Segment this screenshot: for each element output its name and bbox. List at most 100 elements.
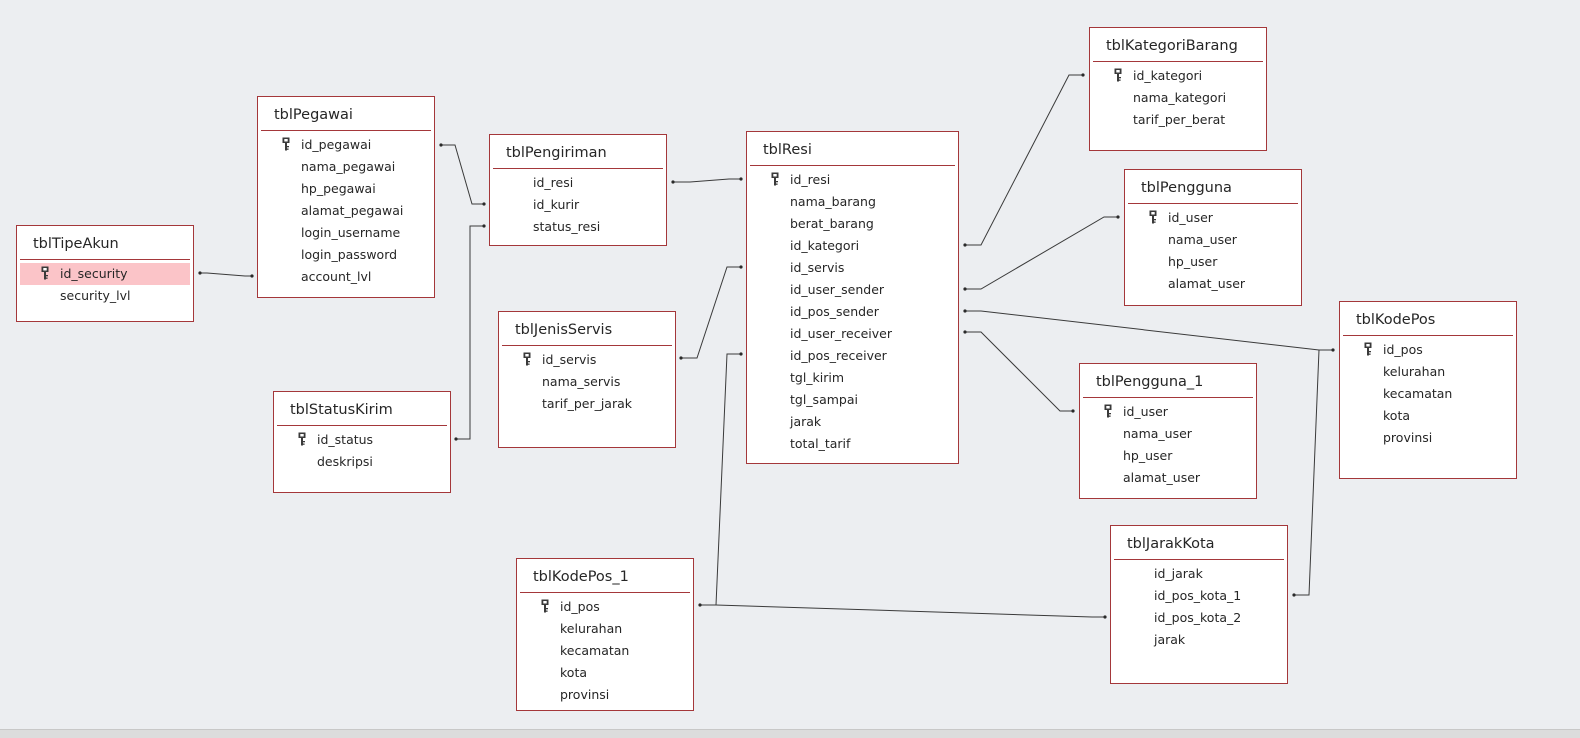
relationship-line-resi-pengguna[interactable]: [965, 216, 1118, 290]
field-row[interactable]: nama_pegawai: [261, 156, 431, 178]
table-title[interactable]: tblPegawai: [258, 97, 434, 130]
table-tblpengguna-1[interactable]: tblPengguna_1 id_user nama_user hp_user ala…: [1079, 363, 1257, 499]
relationship-line-pegawai-pengiriman[interactable]: [441, 144, 484, 205]
field-row[interactable]: id_pegawai: [261, 134, 431, 156]
table-title[interactable]: tblTipeAkun: [17, 226, 193, 259]
field-name: kecamatan: [1383, 386, 1453, 401]
field-name: id_user_receiver: [790, 326, 892, 341]
field-row[interactable]: alamat_pegawai: [261, 200, 431, 222]
field-list: id_kategori nama_kategori tarif_per_berat: [1090, 62, 1266, 131]
relationship-line-kodepos1-jarakkota[interactable]: [700, 604, 1105, 618]
field-row[interactable]: id_jarak: [1114, 563, 1284, 585]
table-title[interactable]: tblPengguna: [1125, 170, 1301, 203]
field-row[interactable]: kelurahan: [1343, 361, 1513, 383]
field-row[interactable]: id_user: [1083, 401, 1253, 423]
field-row[interactable]: kecamatan: [1343, 383, 1513, 405]
relationship-line-jenisservis-resi[interactable]: [681, 266, 741, 359]
field-row[interactable]: berat_barang: [750, 213, 955, 235]
field-row[interactable]: jarak: [750, 411, 955, 433]
field-name: status_resi: [533, 219, 601, 234]
relationship-line-resi-kodepos[interactable]: [965, 310, 1333, 351]
field-row[interactable]: id_pos_kota_2: [1114, 607, 1284, 629]
table-title[interactable]: tblPengguna_1: [1080, 364, 1256, 397]
field-row[interactable]: login_username: [261, 222, 431, 244]
relationship-canvas[interactable]: tblTipeAkun id_security security_lvl tblP…: [0, 0, 1580, 737]
table-title[interactable]: tblResi: [747, 132, 958, 165]
table-tbljarakkota[interactable]: tblJarakKota id_jarak id_pos_kota_1 id_pos…: [1110, 525, 1288, 684]
table-title[interactable]: tblKodePos: [1340, 302, 1516, 335]
table-tblkodepos[interactable]: tblKodePos id_pos kelurahan kecamatan kota p…: [1339, 301, 1517, 479]
field-row[interactable]: alamat_user: [1128, 273, 1298, 295]
field-row[interactable]: id_pos: [520, 596, 690, 618]
field-row[interactable]: provinsi: [520, 684, 690, 706]
field-row[interactable]: hp_user: [1128, 251, 1298, 273]
field-row[interactable]: id_status: [277, 429, 447, 451]
table-tblpengiriman[interactable]: tblPengiriman id_resi id_kurir status_resi: [489, 134, 667, 246]
field-row[interactable]: id_pos_kota_1: [1114, 585, 1284, 607]
field-row[interactable]: id_resi: [493, 172, 663, 194]
field-row[interactable]: nama_barang: [750, 191, 955, 213]
field-row[interactable]: tgl_sampai: [750, 389, 955, 411]
relationship-line-tipeakun-pegawai[interactable]: [200, 272, 252, 277]
field-row[interactable]: login_password: [261, 244, 431, 266]
field-row[interactable]: nama_user: [1083, 423, 1253, 445]
field-row[interactable]: id_user_receiver: [750, 323, 955, 345]
field-row[interactable]: kelurahan: [520, 618, 690, 640]
field-row[interactable]: account_lvl: [261, 266, 431, 288]
field-name: kota: [560, 665, 588, 680]
table-tblkategoribarang[interactable]: tblKategoriBarang id_kategori nama_katego…: [1089, 27, 1267, 151]
field-row[interactable]: security_lvl: [20, 285, 190, 307]
table-tbljenisservis[interactable]: tblJenisServis id_servis nama_servis tarif…: [498, 311, 676, 448]
table-title[interactable]: tblJenisServis: [499, 312, 675, 345]
field-name: hp_user: [1168, 254, 1218, 269]
field-row[interactable]: id_kategori: [750, 235, 955, 257]
table-title[interactable]: tblJarakKota: [1111, 526, 1287, 559]
table-tblpengguna[interactable]: tblPengguna id_user nama_user hp_useralama…: [1124, 169, 1302, 306]
field-row[interactable]: tarif_per_jarak: [502, 393, 672, 415]
table-title[interactable]: tblPengiriman: [490, 135, 666, 168]
field-row[interactable]: id_servis: [750, 257, 955, 279]
relationship-line-kodepos-jarakkota[interactable]: [1294, 349, 1333, 596]
table-title[interactable]: tblKodePos_1: [517, 559, 693, 592]
field-row[interactable]: provinsi: [1343, 427, 1513, 449]
field-row[interactable]: hp_user: [1083, 445, 1253, 467]
table-tbltipeakun[interactable]: tblTipeAkun id_security security_lvl: [16, 225, 194, 322]
relationship-line-resi-kategoribarang[interactable]: [965, 74, 1083, 246]
field-row[interactable]: nama_user: [1128, 229, 1298, 251]
field-row[interactable]: id_kurir: [493, 194, 663, 216]
field-row[interactable]: jarak: [1114, 629, 1284, 651]
relationship-line-statuskirim-pengiriman[interactable]: [456, 225, 484, 440]
relationship-line-resi-pengguna1[interactable]: [965, 331, 1073, 412]
field-row[interactable]: id_user_sender: [750, 279, 955, 301]
field-row[interactable]: id_pos: [1343, 339, 1513, 361]
field-row[interactable]: id_resi: [750, 169, 955, 191]
field-row[interactable]: tgl_kirim: [750, 367, 955, 389]
table-tblkodepos-1[interactable]: tblKodePos_1 id_pos kelurahan kecamatan kot…: [516, 558, 694, 711]
field-row[interactable]: id_kategori: [1093, 65, 1263, 87]
field-row[interactable]: id_servis: [502, 349, 672, 371]
field-row[interactable]: nama_kategori: [1093, 87, 1263, 109]
field-row[interactable]: id_pos_sender: [750, 301, 955, 323]
field-row[interactable]: kota: [1343, 405, 1513, 427]
field-row[interactable]: id_security: [20, 263, 190, 285]
field-row[interactable]: kota: [520, 662, 690, 684]
table-tblresi[interactable]: tblResi id_resi nama_barang berat_barang id…: [746, 131, 959, 464]
field-row[interactable]: total_tarif: [750, 433, 955, 455]
field-row[interactable]: kecamatan: [520, 640, 690, 662]
field-row[interactable]: hp_pegawai: [261, 178, 431, 200]
table-tblstatuskirim[interactable]: tblStatusKirim id_status deskripsi: [273, 391, 451, 493]
field-row[interactable]: nama_servis: [502, 371, 672, 393]
table-title[interactable]: tblStatusKirim: [274, 392, 450, 425]
field-row[interactable]: deskripsi: [277, 451, 447, 473]
field-row[interactable]: status_resi: [493, 216, 663, 238]
relationship-line-kodepos1-resi[interactable]: [700, 353, 741, 606]
primary-key-icon: [1104, 404, 1112, 418]
field-row[interactable]: alamat_user: [1083, 467, 1253, 489]
relationship-line-pengiriman-resi[interactable]: [673, 178, 741, 183]
table-title[interactable]: tblKategoriBarang: [1090, 28, 1266, 61]
field-row[interactable]: tarif_per_berat: [1093, 109, 1263, 131]
field-list: id_user nama_user hp_user alamat_user: [1125, 204, 1301, 295]
field-row[interactable]: id_user: [1128, 207, 1298, 229]
field-row[interactable]: id_pos_receiver: [750, 345, 955, 367]
table-tblpegawai[interactable]: tblPegawai id_pegawai nama_pegawai hp_pega…: [257, 96, 435, 298]
